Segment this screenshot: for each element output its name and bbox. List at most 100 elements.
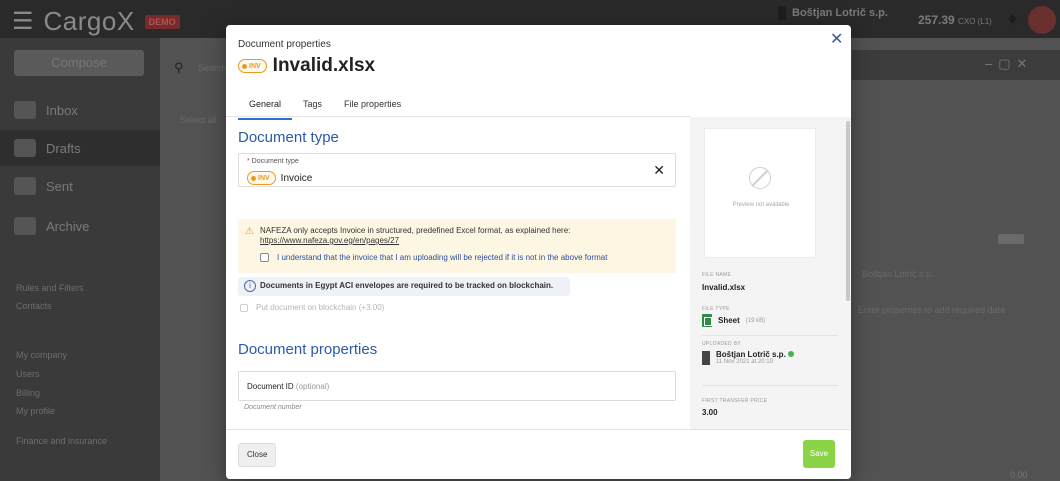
preview-card: Preview not available [704,128,816,258]
document-type-select[interactable]: * Document type INV Invoice ✕ [238,153,676,187]
file-name-value: Invalid.xlsx [702,283,746,292]
select-all[interactable]: Select all [180,115,217,125]
document-type-label-text: Document type [251,158,299,165]
link-my-company[interactable]: My company [16,350,67,360]
document-id-help: Document number [244,404,302,411]
detail-hint: Enter properties to add required data [858,305,1006,315]
link-contacts[interactable]: Contacts [16,301,52,311]
warning-text: NAFEZA only accepts Invoice in structure… [260,226,571,235]
save-button[interactable]: Save [803,440,835,468]
uploaded-by-row: Boštjan Lotrič s.p. 11 Nov 2021 at 20:19 [702,350,794,365]
modal-caption: Document properties [238,39,331,50]
general-pane: Document type * Document type INV Invoic… [226,117,690,429]
uploaded-at: 11 Nov 2021 at 20:19 [716,359,773,365]
acknowledge-text[interactable]: I understand that the invoice that I am … [277,253,607,262]
company-switcher[interactable]: Boštjan Lotrič s.p. [778,6,888,20]
nav-item-sent[interactable]: Sent [0,168,160,204]
bell-icon[interactable]: ♦ [1008,8,1017,29]
transfer-price-value: 3.00 [702,408,718,417]
nav-item-drafts[interactable]: Drafts [0,130,160,166]
inv-chip-small: INV [247,171,276,185]
bottom-value: 0.00 [1010,470,1028,480]
preview-text: Preview not available [732,202,790,208]
balance-unit: CXO (L1) [958,17,992,26]
section-document-properties: Document properties [238,341,378,358]
document-id-field[interactable]: Document ID (optional) [238,371,676,401]
company-icon [702,350,710,365]
blockchain-row: Put document on blockchain (+3.00) [240,303,384,312]
modal-header: Document properties INV Invalid.xlsx ✕ [226,25,851,83]
file-size: (19 kB) [745,317,766,324]
inv-chip: INV [238,59,267,73]
section-document-type: Document type [238,129,339,146]
hamburger-menu-icon[interactable]: ☰ [12,9,34,34]
nav-item-label: Inbox [46,102,78,118]
acknowledge-checkbox[interactable] [260,253,269,262]
file-type-row: Sheet (19 kB) [702,314,765,327]
balance-value: 257.39 [918,13,955,27]
file-type-label: FILE TYPE [702,306,730,312]
close-button[interactable]: Close [238,443,277,467]
file-title: Invalid.xlsx [272,55,376,76]
document-properties-modal: Document properties INV Invalid.xlsx ✕ G… [226,25,851,479]
archive-icon [14,217,36,235]
sent-icon [14,177,36,195]
avatar[interactable] [1028,6,1056,34]
logo-area: ☰ CargoX DEMO [12,6,180,37]
chip-label: INV [258,174,270,182]
search-icon[interactable]: ⚲ [174,60,184,76]
nav-item-label: Sent [46,178,73,194]
transfer-price-label: FIRST TRANSFER PRICE [702,398,768,404]
no-preview-icon [749,167,771,189]
nav-item-label: Archive [46,218,90,234]
close-icon[interactable]: ✕ [830,29,843,49]
search-input[interactable]: Search [198,63,227,73]
new-badge [998,234,1024,244]
balance: 257.39 CXO (L1) [918,13,992,27]
blockchain-text: Put document on blockchain (+3.00) [256,303,384,312]
company-icon [778,6,786,20]
link-my-profile[interactable]: My profile [16,406,55,416]
drafts-icon [14,139,36,157]
uploaded-by-name: Boštjan Lotrič s.p. [716,350,786,359]
window-controls-icon[interactable]: –▢✕ [985,56,1033,72]
verified-icon [787,351,794,357]
info-icon: i [244,280,256,292]
detail-company: Boštjan Lotrič s.p. [862,269,934,279]
blockchain-checkbox[interactable] [240,303,248,312]
acknowledge-row: I understand that the invoice that I am … [260,253,607,262]
file-name-label: FILE NAME [702,272,732,278]
link-finance-insurance[interactable]: Finance and insurance [16,436,107,446]
sheet-icon [702,314,712,327]
modal-title: INV Invalid.xlsx [238,55,375,77]
link-users[interactable]: Users [16,369,40,379]
clear-icon[interactable]: ✕ [653,162,665,179]
uploaded-by-info: Boštjan Lotrič s.p. 11 Nov 2021 at 20:19 [716,350,794,365]
document-type-text: Invoice [280,172,313,184]
demo-badge: DEMO [144,14,180,29]
chip-dot-icon [242,63,247,69]
file-info-pane: Preview not available FILE NAME Invalid.… [690,117,851,429]
blockchain-suffix: ) [381,303,385,312]
sidebar: Compose Inbox Drafts Sent Archive Rules … [0,38,160,481]
scrollbar[interactable] [846,121,850,301]
meta-divider [702,385,838,386]
blockchain-label: Put document on blockchain (+3.00 [256,303,382,312]
nav-item-inbox[interactable]: Inbox [0,92,160,128]
link-rules-filters[interactable]: Rules and Filters [16,283,84,293]
compose-button[interactable]: Compose [14,50,144,76]
info-text: Documents in Egypt ACI envelopes are req… [260,281,554,290]
modal-footer: Close Save [226,429,851,479]
document-id-optional: (optional) [295,382,330,391]
link-billing[interactable]: Billing [16,388,40,398]
nav-item-archive[interactable]: Archive [0,208,160,244]
warning-box: ⚠ NAFEZA only accepts Invoice in structu… [238,219,676,273]
document-id-label-text: Document ID [247,382,294,391]
warning-link[interactable]: https://www.nafeza.gov.eg/en/pages/27 [260,236,399,245]
app-logo: CargoX [43,6,135,36]
uploaded-by-label: UPLOADED BY [702,341,741,347]
inbox-icon [14,101,36,119]
chip-dot-icon [251,175,256,181]
warning-icon: ⚠ [245,226,254,237]
nav-item-label: Drafts [46,140,81,156]
